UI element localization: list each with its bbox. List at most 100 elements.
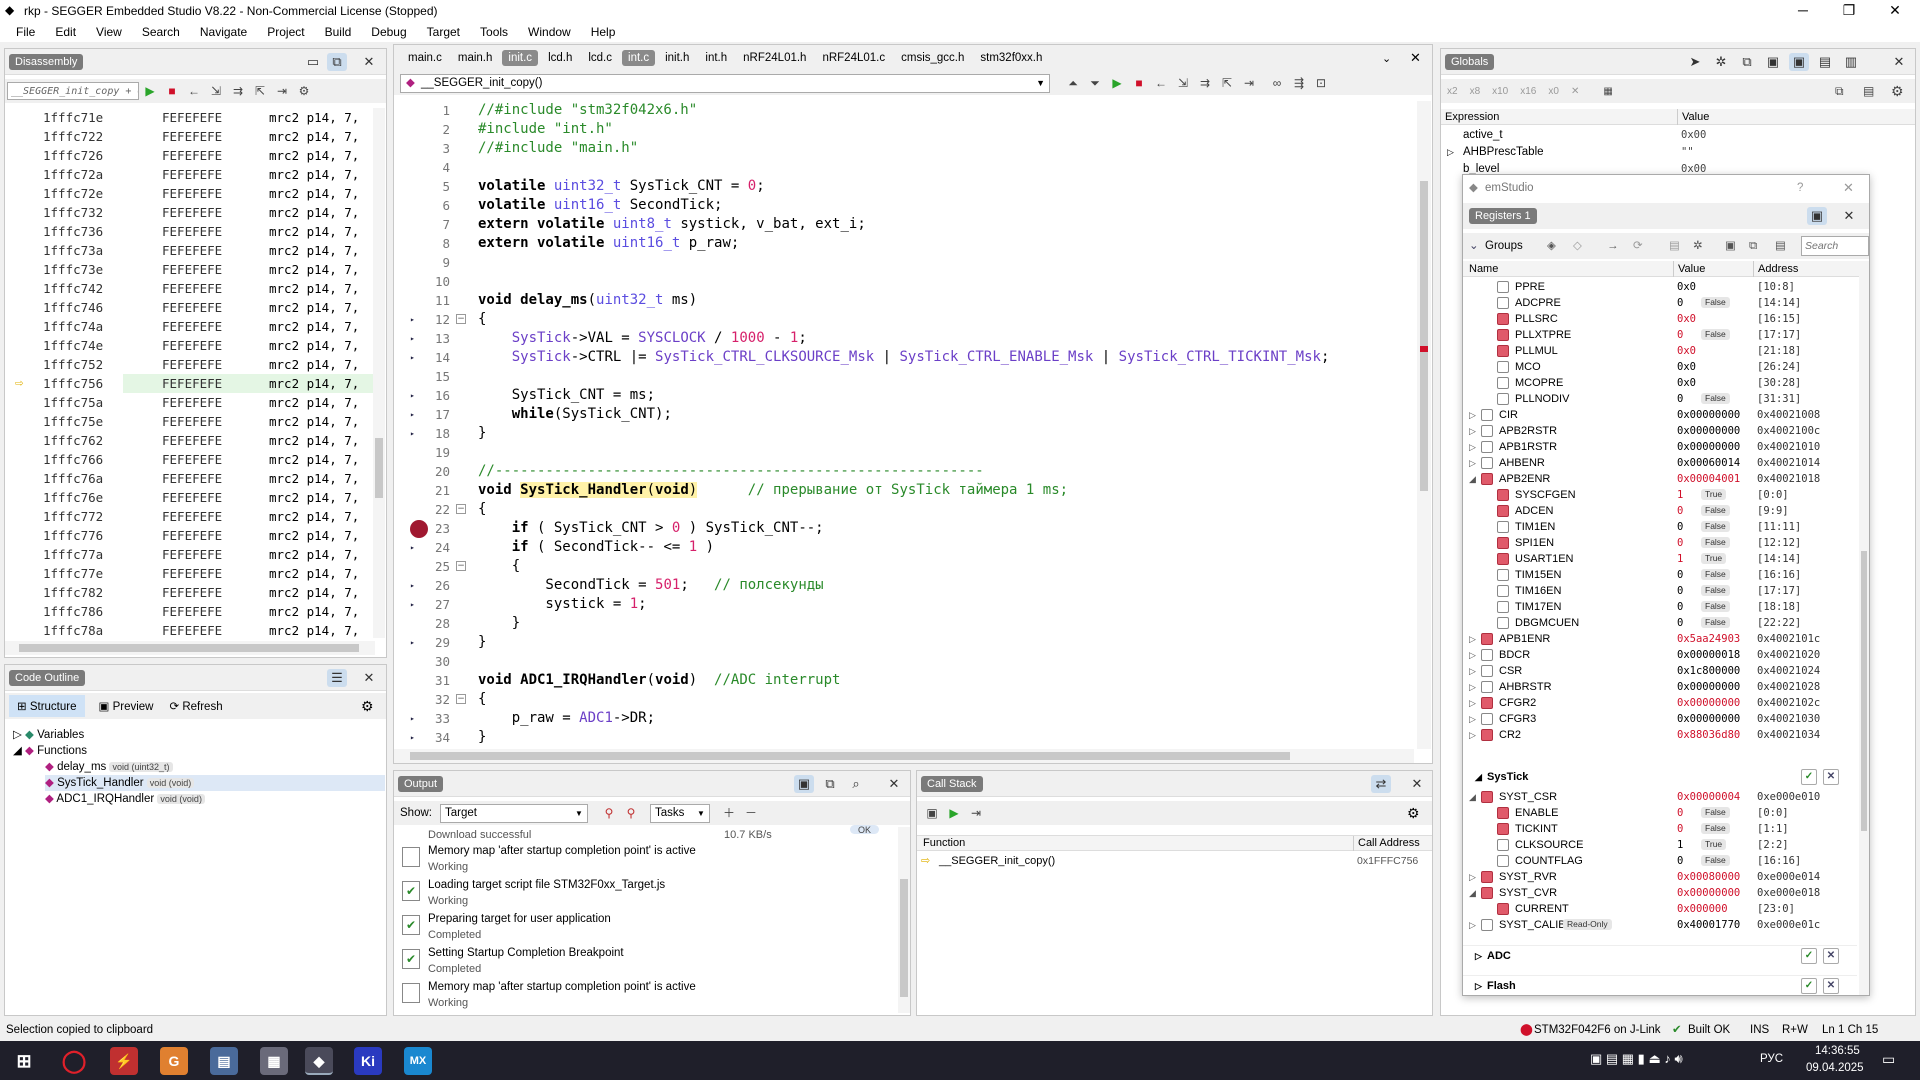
register-row[interactable]: ▷ AHBRSTR 0x00000000 0x40021028	[1463, 679, 1857, 695]
disassembly-row[interactable]: 1fffc76a FEFEFEFE mrc2 p14, 7,	[5, 469, 375, 488]
expand-icon[interactable]: ▷	[1469, 631, 1476, 647]
stop-debug-icon[interactable]: ■	[1128, 73, 1150, 93]
file-tab-int-h[interactable]: int.h	[699, 50, 733, 66]
register-value[interactable]: 0	[1677, 295, 1683, 311]
callstack-tab[interactable]: Call Stack	[921, 775, 983, 792]
emstudio-close-icon[interactable]: ✕	[1843, 175, 1854, 201]
reg-tool1-icon[interactable]: ◈	[1547, 233, 1556, 259]
register-field-row[interactable]: PLLXTPRE 0 False [17:17]	[1463, 327, 1857, 343]
editor-hscrollbar[interactable]	[394, 749, 1414, 763]
code-line[interactable]: 9	[394, 253, 1404, 272]
reg-tool8-icon[interactable]: ⧉	[1749, 233, 1757, 259]
outline-sort-icon[interactable]: ☰	[327, 669, 347, 687]
col-function[interactable]: Function	[923, 836, 965, 851]
register-field-row[interactable]: DBGMCUEN 0 False [22:22]	[1463, 615, 1857, 631]
structure-button[interactable]: ⊞ Structure	[9, 695, 85, 717]
disassembly-row[interactable]: 1fffc786 FEFEFEFE mrc2 p14, 7,	[5, 602, 375, 621]
run-icon[interactable]: ▶	[139, 81, 161, 101]
code-line[interactable]: ▸ 18}	[394, 424, 1404, 443]
expand-icon[interactable]: ▷	[1469, 917, 1476, 933]
collapse-icon[interactable]: ◢	[1469, 789, 1476, 805]
expand-icon[interactable]: ▷	[1469, 869, 1476, 885]
pin-icon[interactable]: ⚲	[598, 803, 620, 823]
register-value[interactable]: 0x1c800000	[1677, 663, 1740, 679]
registers-tab[interactable]: Registers 1	[1469, 208, 1537, 224]
disassembly-list[interactable]: 1fffc71e FEFEFEFE mrc2 p14, 7, 1fffc722 FEFE…	[5, 108, 375, 638]
register-row[interactable]: ◢ APB2ENR 0x00004001 0x40021018	[1463, 471, 1857, 487]
reg-tool2-icon[interactable]: ◇	[1573, 233, 1582, 259]
register-value[interactable]: 0x0	[1677, 375, 1696, 391]
fold-icon[interactable]: −	[456, 694, 466, 704]
output-log-icon[interactable]: ▣	[794, 775, 814, 793]
code-line[interactable]: 20 //------------------------------------…	[394, 462, 1404, 481]
output-item[interactable]: Memory map 'after startup completion poi…	[402, 843, 802, 877]
disassembly-row[interactable]: 1fffc736 FEFEFEFE mrc2 p14, 7,	[5, 222, 375, 241]
menu-search[interactable]: Search	[132, 25, 190, 39]
menu-project[interactable]: Project	[257, 25, 314, 39]
output-find-icon[interactable]: ⌕	[846, 775, 866, 793]
run-to-cursor-icon[interactable]: ⇥	[271, 81, 293, 101]
remove-icon[interactable]: －	[740, 803, 762, 823]
code-line[interactable]: 7 extern volatile uint8_t systick, v_bat,…	[394, 215, 1404, 234]
cubemx-icon[interactable]: MX	[404, 1047, 432, 1075]
register-row[interactable]: ▷ CR2 0x88036d80 0x40021034	[1463, 727, 1857, 743]
disassembly-row[interactable]: ⇨ 1fffc756 FEFEFEFE mrc2 p14, 7,	[5, 374, 375, 393]
code-line[interactable]: ▸ 26 SecondTick = 501; // полсекунды	[394, 576, 1404, 595]
close-outline-icon[interactable]: ✕	[359, 669, 379, 687]
register-value[interactable]: 0	[1677, 805, 1683, 821]
step-out-icon[interactable]: ⇱	[249, 81, 271, 101]
register-field-row[interactable]: SPI1EN 0 False [12:12]	[1463, 535, 1857, 551]
register-field-row[interactable]: PLLMUL 0x0 [21:18]	[1463, 343, 1857, 359]
close-registers-icon[interactable]: ✕	[1839, 207, 1859, 225]
adc-group-ok-icon[interactable]: ✓	[1801, 948, 1817, 964]
kicad-icon[interactable]: Ki	[354, 1047, 382, 1075]
code-line[interactable]: 22− {	[394, 500, 1404, 519]
register-value[interactable]: 0x00000000	[1677, 885, 1740, 901]
register-field-row[interactable]: USART1EN 1 True [14:14]	[1463, 551, 1857, 567]
disassembly-row[interactable]: 1fffc762 FEFEFEFE mrc2 p14, 7,	[5, 431, 375, 450]
adc-group-close-icon[interactable]: ✕	[1823, 948, 1839, 964]
register-field-row[interactable]: TICKINT 0 False [1:1]	[1463, 821, 1863, 837]
groups-button[interactable]: Groups	[1485, 233, 1523, 259]
code-line[interactable]: 3 //#include "main.h"	[394, 139, 1404, 158]
navigate-back-icon[interactable]: ←	[1150, 73, 1172, 93]
globals-tab[interactable]: Globals	[1445, 53, 1495, 70]
reg-tool9-icon[interactable]: ▤	[1775, 233, 1786, 259]
callstack-frame-icon[interactable]: ▣	[921, 803, 943, 823]
clock-date[interactable]: 09.04.2025	[1806, 1062, 1864, 1074]
callstack-run-icon[interactable]: ▶	[943, 803, 965, 823]
input-language[interactable]: РУС	[1760, 1053, 1783, 1065]
file-tab-stm32f0xx-h[interactable]: stm32f0xx.h	[974, 50, 1048, 66]
clock-time[interactable]: 14:36:55	[1815, 1045, 1860, 1057]
editor-vscrollbar[interactable]	[1417, 101, 1431, 749]
register-row[interactable]: ▷ CFGR2 0x00000000 0x4002102c	[1463, 695, 1857, 711]
callstack-settings-icon[interactable]: ⇄	[1371, 775, 1391, 793]
register-field-row[interactable]: ENABLE 0 False [0:0]	[1463, 805, 1863, 821]
file-tab-lcd-c[interactable]: lcd.c	[582, 50, 618, 66]
expand-icon[interactable]: ▷	[1469, 423, 1476, 439]
output-item[interactable]: ✔ Loading target script file STM32F0xx_Ta…	[402, 877, 802, 911]
float-icon[interactable]: ▭	[303, 53, 323, 71]
register-value[interactable]: 0	[1677, 821, 1683, 837]
breakpoint-marker[interactable]	[410, 520, 428, 538]
register-value[interactable]: 0x0	[1677, 279, 1696, 295]
code-line[interactable]: ▸ 33 p_raw = ADC1->DR;	[394, 709, 1404, 728]
systick-group-ok-icon[interactable]: ✓	[1801, 769, 1817, 785]
disassembly-row[interactable]: 1fffc752 FEFEFEFE mrc2 p14, 7,	[5, 355, 375, 374]
code-line[interactable]: ▸ 27 systick = 1;	[394, 595, 1404, 614]
register-row[interactable]: ▷ APB1ENR 0x5aa24903 0x4002101c	[1463, 631, 1857, 647]
code-line[interactable]: 23 if ( SysTick_CNT > 0 ) SysTick_CNT--;	[394, 519, 1404, 538]
outline-item-systick-handler[interactable]: ◆ SysTick_Handler void (void)	[45, 775, 385, 791]
preview-button[interactable]: ▣ Preview	[93, 695, 160, 717]
adc-group-header[interactable]: ▷ ADC ✓ ✕	[1463, 945, 1857, 965]
file-tab-int-c[interactable]: int.c	[622, 50, 656, 66]
grid-icon[interactable]: ▦	[1603, 86, 1612, 97]
bookmark-icon[interactable]: ⇶	[1288, 73, 1310, 93]
segger-icon[interactable]: ◆	[305, 1047, 333, 1075]
register-value[interactable]: 0x0	[1677, 311, 1696, 327]
menu-help[interactable]: Help	[581, 25, 626, 39]
reg-tool6-icon[interactable]: ✲	[1693, 233, 1703, 259]
global-row[interactable]: ▷ AHBPrescTable ""	[1441, 144, 1915, 160]
register-value[interactable]: 0x00000000	[1677, 679, 1740, 695]
register-row[interactable]: ▷ CFGR3 0x00000000 0x40021030	[1463, 711, 1857, 727]
